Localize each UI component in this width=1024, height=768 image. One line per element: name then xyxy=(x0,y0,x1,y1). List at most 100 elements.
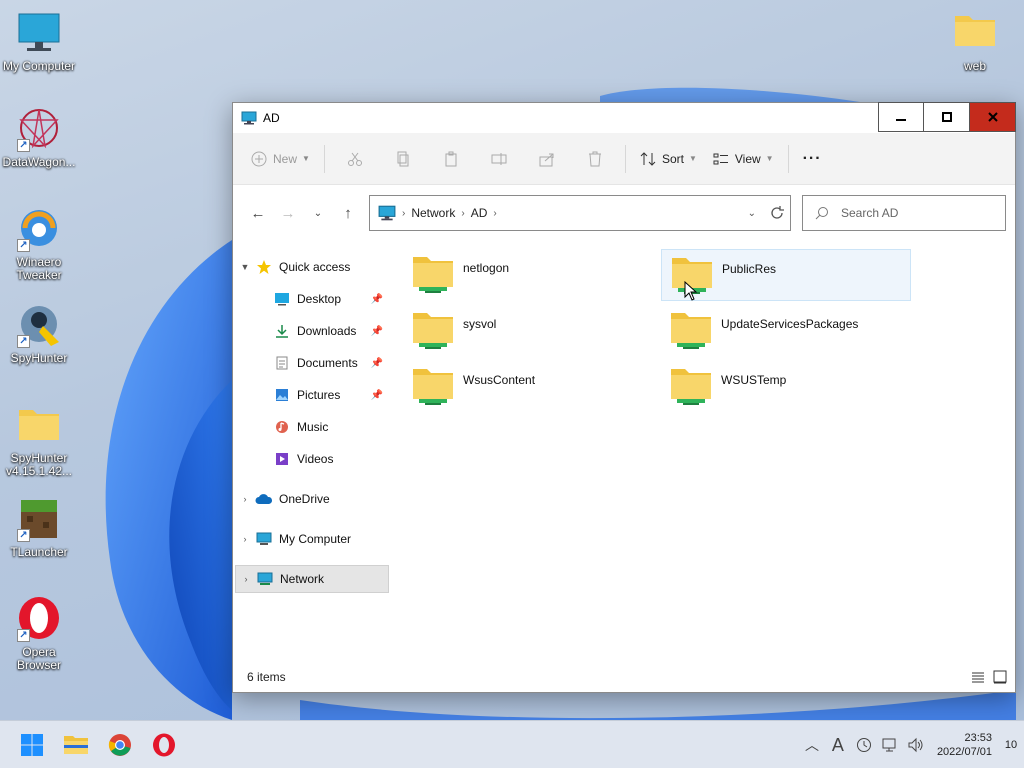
monitor-icon xyxy=(255,531,273,547)
desktop-icon-spyhunter[interactable]: ↗ SpyHunter xyxy=(0,302,78,365)
chevron-right-icon[interactable]: › xyxy=(235,494,255,504)
sidebar-item-pictures[interactable]: Pictures 📌 xyxy=(235,381,389,409)
address-bar[interactable]: › Network › AD › ⌄ xyxy=(369,195,791,231)
recent-locations-button[interactable]: ⌄ xyxy=(303,198,333,228)
copy-button[interactable] xyxy=(379,143,427,175)
forward-button[interactable]: → xyxy=(273,198,303,228)
show-hidden-icons-button[interactable]: ︿ xyxy=(799,735,825,755)
view-button[interactable]: View ▼ xyxy=(705,143,782,175)
rename-button[interactable] xyxy=(475,143,523,175)
update-tray-button[interactable] xyxy=(851,737,877,753)
back-button[interactable]: ← xyxy=(243,198,273,228)
tiles-view-icon[interactable] xyxy=(993,670,1007,684)
folder-item[interactable]: WSUSTemp xyxy=(661,361,911,413)
sidebar-item-label: Network xyxy=(280,572,325,586)
breadcrumb-network[interactable]: Network xyxy=(411,206,455,220)
more-options-button[interactable]: ··· xyxy=(795,143,830,175)
notification-count[interactable]: 10 xyxy=(998,739,1024,751)
network-folder-icon xyxy=(413,257,453,293)
search-placeholder: Search AD xyxy=(841,206,899,220)
cut-button[interactable] xyxy=(331,143,379,175)
folder-item[interactable]: WsusContent xyxy=(403,361,653,413)
sidebar-item-label: Documents xyxy=(297,356,358,370)
new-button[interactable]: New ▼ xyxy=(243,143,318,175)
breadcrumb-ad[interactable]: AD xyxy=(471,206,488,220)
desktop-icon-opera[interactable]: ↗ Opera Browser xyxy=(0,596,78,672)
view-list-icon xyxy=(713,153,728,164)
sidebar-item-music[interactable]: Music xyxy=(235,413,389,441)
pin-icon[interactable]: 📌 xyxy=(371,358,383,369)
sidebar-item-desktop[interactable]: Desktop 📌 xyxy=(235,285,389,313)
breadcrumb-chevron-icon[interactable]: › xyxy=(493,208,496,219)
command-bar: New ▼ Sort ▼ View ▼ ··· xyxy=(233,133,1015,185)
refresh-icon[interactable] xyxy=(770,206,784,220)
sidebar-item-videos[interactable]: Videos xyxy=(235,445,389,473)
chevron-down-icon[interactable]: ▼ xyxy=(235,262,255,272)
details-view-icon[interactable] xyxy=(971,670,985,684)
breadcrumb-chevron-icon[interactable]: › xyxy=(461,208,464,219)
paste-button[interactable] xyxy=(427,143,475,175)
sidebar-item-network[interactable]: › Network xyxy=(235,565,389,593)
taskbar-file-explorer[interactable] xyxy=(62,731,90,759)
sort-button[interactable]: Sort ▼ xyxy=(632,143,705,175)
desktop-icon-label: SpyHunter xyxy=(10,351,68,365)
folder-item[interactable]: sysvol xyxy=(403,305,653,357)
folder-item[interactable]: netlogon xyxy=(403,249,653,301)
pin-icon[interactable]: 📌 xyxy=(371,326,383,337)
input-method-button[interactable]: A xyxy=(825,735,851,756)
taskbar-chrome[interactable] xyxy=(106,731,134,759)
chevron-down-icon: ▼ xyxy=(765,154,774,163)
desktop-icon-winaero[interactable]: ↗ Winaero Tweaker xyxy=(0,206,78,282)
desktop-icon-spyhunter-folder[interactable]: SpyHunter v4.15.1.42... xyxy=(0,402,78,478)
pin-icon[interactable]: 📌 xyxy=(371,294,383,305)
taskbar-opera[interactable] xyxy=(150,731,178,759)
pin-icon[interactable]: 📌 xyxy=(371,390,383,401)
folder-icon xyxy=(19,410,59,440)
share-button[interactable] xyxy=(523,143,571,175)
volume-button[interactable] xyxy=(903,737,929,753)
network-tray-button[interactable] xyxy=(877,737,903,753)
minimize-button[interactable] xyxy=(878,102,924,132)
folder-item[interactable]: PublicRes xyxy=(661,249,911,301)
shortcut-arrow-icon: ↗ xyxy=(17,335,30,348)
search-box[interactable]: Search AD xyxy=(802,195,1006,231)
desktop-icon-my-computer[interactable]: My Computer xyxy=(0,10,78,73)
sidebar-item-documents[interactable]: Documents 📌 xyxy=(235,349,389,377)
sidebar-item-label: OneDrive xyxy=(279,492,330,506)
start-button[interactable] xyxy=(18,731,46,759)
navigation-bar: ← → ⌄ ↑ › Network › AD › ⌄ Search AD xyxy=(233,185,1015,241)
desktop-icon-tlauncher[interactable]: ↗ TLauncher xyxy=(0,496,78,559)
arrow-left-icon: ← xyxy=(250,204,266,222)
desktop-icon-datawagon[interactable]: ↗ DataWagon... xyxy=(0,106,78,169)
desktop-icon-web[interactable]: web xyxy=(936,10,1014,73)
title-bar[interactable]: AD xyxy=(233,102,1016,133)
trash-icon xyxy=(588,151,601,166)
delete-button[interactable] xyxy=(571,143,619,175)
folder-item[interactable]: UpdateServicesPackages xyxy=(661,305,911,357)
maximize-button[interactable] xyxy=(924,102,970,132)
folder-name: WsusContent xyxy=(463,373,536,387)
desktop-icon xyxy=(273,291,291,307)
sidebar-item-downloads[interactable]: Downloads 📌 xyxy=(235,317,389,345)
clipboard-icon xyxy=(445,151,457,166)
address-dropdown-icon[interactable]: ⌄ xyxy=(748,208,756,219)
sidebar-item-my-computer[interactable]: › My Computer xyxy=(235,525,389,553)
file-list: netlogon PublicRes sysvol UpdateServices… xyxy=(403,243,1015,662)
network-status-icon xyxy=(882,738,896,752)
chevron-right-icon[interactable]: › xyxy=(235,534,255,544)
folder-name: WSUSTemp xyxy=(721,373,787,387)
taskbar: ︿ A 23:53 2022/07/01 10 xyxy=(0,720,1024,768)
up-button[interactable]: ↑ xyxy=(333,198,363,228)
sidebar-item-label: Desktop xyxy=(297,292,342,306)
chevron-down-icon: ▼ xyxy=(688,154,697,163)
network-computer-icon xyxy=(378,205,396,221)
clock[interactable]: 23:53 2022/07/01 xyxy=(937,731,992,759)
sidebar-item-onedrive[interactable]: › OneDrive xyxy=(235,485,389,513)
clock-icon xyxy=(856,738,871,752)
sidebar-item-quick-access[interactable]: ▼ Quick access xyxy=(235,253,389,281)
sort-icon xyxy=(640,151,656,166)
clock-time: 23:53 xyxy=(964,732,992,744)
star-icon xyxy=(255,259,273,275)
close-button[interactable] xyxy=(970,102,1016,132)
chevron-right-icon[interactable]: › xyxy=(236,574,256,584)
